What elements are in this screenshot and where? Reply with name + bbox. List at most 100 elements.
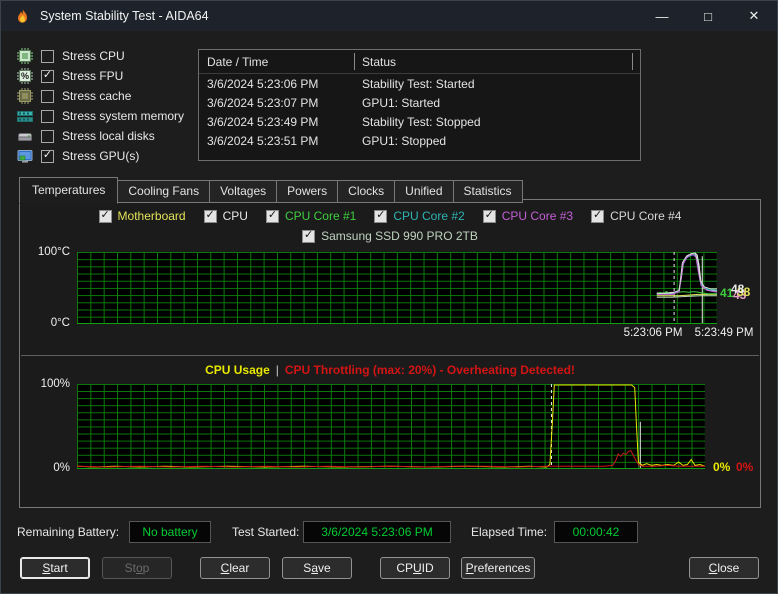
label-part: lear (229, 561, 249, 575)
log-cell-time: 3/6/2024 5:23:07 PM (199, 96, 354, 110)
legend-item-cpu-core-3: ✓ CPU Core #3 (483, 209, 573, 223)
preferences-button[interactable]: Preferences (461, 557, 535, 579)
svg-text:%: % (21, 71, 29, 81)
label-part: S (303, 561, 311, 575)
legend-item-cpu-core-1: ✓ CPU Core #1 (266, 209, 356, 223)
stress-gpu-checkbox[interactable]: ✓ (41, 150, 54, 163)
tab-temperatures[interactable]: Temperatures (19, 177, 118, 204)
log-cell-time: 3/6/2024 5:23:49 PM (199, 115, 354, 129)
temperature-legend-row-1: ✓Motherboard ✓ CPU ✓ CPU Core #1 ✓ CPU Core… (20, 209, 760, 223)
log-row[interactable]: 3/6/2024 5:23:06 PM Stability Test: Star… (199, 74, 640, 93)
log-cell-time: 3/6/2024 5:23:06 PM (199, 77, 354, 91)
stop-button[interactable]: Stop (102, 557, 172, 579)
tab-unified[interactable]: Unified (394, 180, 453, 203)
save-button[interactable]: Save (282, 557, 352, 579)
label-part: a (311, 561, 318, 575)
stress-row-disks: ✓ Stress local disks (17, 126, 184, 146)
label-part: CP (396, 561, 413, 575)
ssd-checkbox[interactable]: ✓ (302, 230, 315, 243)
legend-label: CPU (223, 209, 248, 223)
start-button[interactable]: Start (20, 557, 90, 579)
legend-item-motherboard: ✓Motherboard (99, 209, 186, 223)
cpu-icon (17, 48, 33, 64)
cpu-core-2-checkbox[interactable]: ✓ (374, 210, 387, 223)
label-part: lose (717, 561, 739, 575)
tab-strip: Temperatures Cooling Fans Voltages Power… (19, 177, 522, 203)
close-window-button[interactable]: ✕ (731, 1, 777, 31)
label-part: tart (50, 561, 67, 575)
log-cell-status: Stability Test: Started (354, 77, 640, 91)
label-part: p (143, 561, 150, 575)
label-part: S (42, 561, 50, 575)
maximize-button[interactable]: □ (685, 1, 731, 31)
label-part: ve (318, 561, 331, 575)
cpu-checkbox[interactable]: ✓ (204, 210, 217, 223)
stress-disks-checkbox[interactable]: ✓ (41, 130, 54, 143)
cpu-usage-chart-title: CPU Usage|CPU Throttling (max: 20%) - Ov… (20, 363, 760, 377)
maximize-icon: □ (704, 9, 712, 24)
time-axis-label-start: 5:23:06 PM (624, 327, 683, 339)
cpu-core-3-checkbox[interactable]: ✓ (483, 210, 496, 223)
cpu-core-4-checkbox[interactable]: ✓ (591, 210, 604, 223)
temp-axis-max-label: 100°C (24, 246, 70, 258)
log-cell-status: GPU1: Stopped (354, 134, 640, 148)
gpu-icon (17, 148, 33, 164)
label-part: C (221, 561, 230, 575)
stress-cpu-checkbox[interactable]: ✓ (41, 50, 54, 63)
check-icon: ✓ (593, 210, 602, 221)
legend-label: CPU Core #4 (610, 209, 681, 223)
tab-clocks[interactable]: Clocks (337, 180, 395, 203)
stress-memory-checkbox[interactable]: ✓ (41, 110, 54, 123)
check-icon: ✓ (100, 210, 109, 221)
motherboard-checkbox[interactable]: ✓ (99, 210, 112, 223)
legend-item-cpu: ✓ CPU (204, 209, 248, 223)
label-part: o (136, 561, 143, 575)
log-cell-status: Stability Test: Stopped (354, 115, 640, 129)
tab-powers[interactable]: Powers (276, 180, 338, 203)
tab-statistics[interactable]: Statistics (453, 180, 523, 203)
label-part: P (466, 561, 474, 575)
cpu-core-1-checkbox[interactable]: ✓ (266, 210, 279, 223)
window-title: System Stability Test - AIDA64 (40, 9, 209, 23)
legend-label: CPU Core #1 (285, 209, 356, 223)
stress-fpu-checkbox[interactable]: ✓ (41, 70, 54, 83)
stress-row-cache: ✓ Stress cache (17, 86, 184, 106)
log-cell-status: GPU1: Started (354, 96, 640, 110)
log-header: Date / Time Status (199, 50, 640, 74)
close-button[interactable]: Close (689, 557, 759, 579)
stress-cache-checkbox[interactable]: ✓ (41, 90, 54, 103)
chart-divider (21, 355, 759, 356)
stress-row-memory: ✓ Stress system memory (17, 106, 184, 126)
clear-button[interactable]: Clear (200, 557, 270, 579)
usage-axis-max-label: 100% (24, 378, 70, 390)
flame-app-icon (14, 8, 31, 25)
title-bar: System Stability Test - AIDA64 — □ ✕ (1, 1, 777, 31)
check-icon: ✓ (268, 210, 277, 221)
legend-label: CPU Core #3 (502, 209, 573, 223)
log-row[interactable]: 3/6/2024 5:23:51 PM GPU1: Stopped (199, 131, 640, 150)
event-log: Date / Time Status 3/6/2024 5:23:06 PM S… (198, 49, 641, 161)
cpu-usage-chart (77, 384, 705, 469)
legend-label: Samsung SSD 990 PRO 2TB (321, 229, 478, 243)
label-part: U (413, 561, 422, 575)
log-cell-time: 3/6/2024 5:23:51 PM (199, 134, 354, 148)
temperature-legend-row-2: ✓ Samsung SSD 990 PRO 2TB (20, 229, 760, 243)
column-divider (632, 53, 633, 70)
test-started-value: 3/6/2024 5:23:06 PM (321, 525, 432, 539)
log-row[interactable]: 3/6/2024 5:23:49 PM Stability Test: Stop… (199, 112, 640, 131)
usage-axis-min-label: 0% (24, 462, 70, 474)
minimize-button[interactable]: — (639, 1, 685, 31)
log-row[interactable]: 3/6/2024 5:23:07 PM GPU1: Started (199, 93, 640, 112)
close-icon: ✕ (749, 8, 760, 24)
check-icon: ✓ (376, 210, 385, 221)
window-controls: — □ ✕ (639, 1, 777, 31)
time-axis-label-stop: 5:23:49 PM (695, 327, 754, 339)
cpu-usage-title: CPU Usage (205, 363, 270, 377)
tab-voltages[interactable]: Voltages (209, 180, 277, 203)
log-column-status: Status (354, 55, 640, 69)
stress-row-gpu: ✓ Stress GPU(s) (17, 146, 184, 166)
temp-current-value: 48 (731, 282, 744, 296)
tab-cooling-fans[interactable]: Cooling Fans (117, 180, 210, 203)
fpu-icon: % (17, 68, 33, 84)
cpuid-button[interactable]: CPUID (380, 557, 450, 579)
